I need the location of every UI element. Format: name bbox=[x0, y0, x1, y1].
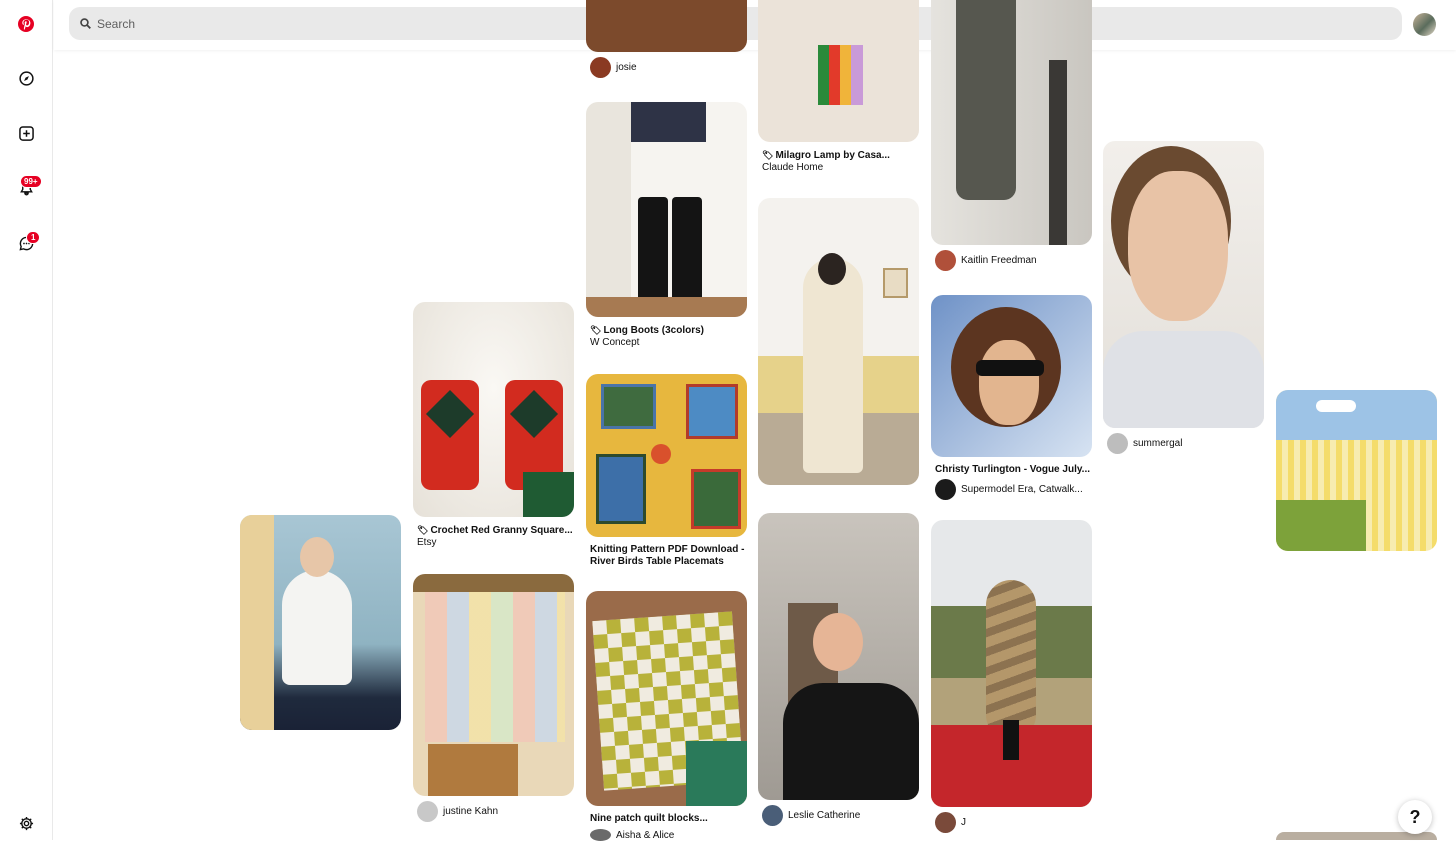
pin-creator[interactable]: Leslie Catherine bbox=[758, 805, 919, 826]
pin-card[interactable]: Nine patch quilt blocks... Aisha & Alice bbox=[586, 591, 747, 841]
pin-card[interactable] bbox=[240, 515, 401, 730]
pinterest-logo-icon[interactable] bbox=[16, 14, 36, 34]
pin-image[interactable] bbox=[758, 0, 919, 142]
pin-creator[interactable]: J bbox=[931, 812, 1092, 833]
pin-image[interactable] bbox=[413, 574, 574, 796]
pin-image[interactable] bbox=[758, 198, 919, 485]
pin-creator[interactable]: Kaitlin Freedman bbox=[931, 250, 1092, 271]
pin-title[interactable]: 🏷 Crochet Red Granny Square... bbox=[413, 524, 574, 537]
sidebar: 99+ 1 bbox=[0, 0, 53, 840]
pin-image[interactable] bbox=[586, 591, 747, 806]
pin-card[interactable]: Leslie Catherine bbox=[758, 513, 919, 826]
pin-image[interactable] bbox=[586, 374, 747, 537]
creator-avatar bbox=[590, 829, 611, 841]
creator-avatar bbox=[1107, 433, 1128, 454]
creator-avatar bbox=[590, 57, 611, 78]
pin-image[interactable] bbox=[931, 0, 1092, 245]
pin-card[interactable]: justine Kahn bbox=[413, 574, 574, 822]
pin-title[interactable]: Nine patch quilt blocks... bbox=[586, 813, 747, 825]
pin-card[interactable]: 🏷 Long Boots (3colors) W Concept bbox=[586, 102, 747, 349]
pin-card[interactable]: josie bbox=[586, 0, 747, 78]
pin-creator[interactable]: Aisha & Alice bbox=[586, 829, 747, 841]
pin-image[interactable] bbox=[586, 0, 747, 52]
pin-card[interactable]: summergal bbox=[1103, 141, 1264, 454]
top-bar bbox=[54, 0, 1456, 50]
pin-image[interactable] bbox=[1103, 141, 1264, 428]
pin-card[interactable] bbox=[758, 198, 919, 485]
explore-compass-icon[interactable] bbox=[16, 68, 36, 88]
pin-subtitle[interactable]: W Concept bbox=[586, 337, 747, 349]
pin-title[interactable]: 🏷 Long Boots (3colors) bbox=[586, 324, 747, 337]
pin-title[interactable]: 🏷 Milagro Lamp by Casa... bbox=[758, 149, 919, 162]
pin-card[interactable]: 🏷 Milagro Lamp by Casa... Claude Home bbox=[758, 0, 919, 174]
pin-creator[interactable]: justine Kahn bbox=[413, 801, 574, 822]
pin-title[interactable]: Knitting Pattern PDF Download - River Bi… bbox=[586, 544, 747, 568]
pin-title[interactable]: Christy Turlington - Vogue July... bbox=[931, 464, 1092, 476]
notifications-badge: 99+ bbox=[20, 175, 42, 188]
profile-avatar[interactable] bbox=[1413, 13, 1436, 36]
pin-card[interactable]: Kaitlin Freedman bbox=[931, 0, 1092, 271]
messages-badge: 1 bbox=[26, 231, 41, 244]
pin-card[interactable]: Knitting Pattern PDF Download - River Bi… bbox=[586, 374, 747, 568]
creator-avatar bbox=[417, 801, 438, 822]
pin-card[interactable]: J bbox=[931, 520, 1092, 833]
pin-card[interactable]: Christy Turlington - Vogue July... Super… bbox=[931, 295, 1092, 500]
create-plus-icon[interactable] bbox=[16, 123, 36, 143]
help-button[interactable]: ? bbox=[1398, 800, 1432, 834]
pin-subtitle[interactable]: Etsy bbox=[413, 537, 574, 549]
pin-image[interactable] bbox=[931, 520, 1092, 807]
tag-icon: 🏷 bbox=[417, 525, 429, 535]
search-icon bbox=[80, 18, 91, 29]
pin-card[interactable]: 🏷 Crochet Red Granny Square... Etsy bbox=[413, 302, 574, 549]
pin-image[interactable] bbox=[240, 515, 401, 730]
pin-creator[interactable]: josie bbox=[586, 57, 747, 78]
tag-icon: 🏷 bbox=[762, 150, 774, 160]
creator-avatar bbox=[935, 479, 956, 500]
pin-card[interactable] bbox=[1276, 390, 1437, 551]
pin-image[interactable] bbox=[1276, 390, 1437, 551]
pin-image[interactable] bbox=[931, 295, 1092, 457]
creator-avatar bbox=[935, 812, 956, 833]
pin-image[interactable] bbox=[586, 102, 747, 317]
pin-image[interactable] bbox=[413, 302, 574, 517]
tag-icon: 🏷 bbox=[590, 325, 602, 335]
pin-creator[interactable]: summergal bbox=[1103, 433, 1264, 454]
creator-avatar bbox=[935, 250, 956, 271]
pin-image[interactable] bbox=[758, 513, 919, 800]
settings-gear-icon[interactable] bbox=[16, 813, 36, 833]
pin-creator[interactable]: Supermodel Era, Catwalk... bbox=[931, 479, 1092, 500]
creator-avatar bbox=[762, 805, 783, 826]
pin-subtitle[interactable]: Claude Home bbox=[758, 162, 919, 174]
